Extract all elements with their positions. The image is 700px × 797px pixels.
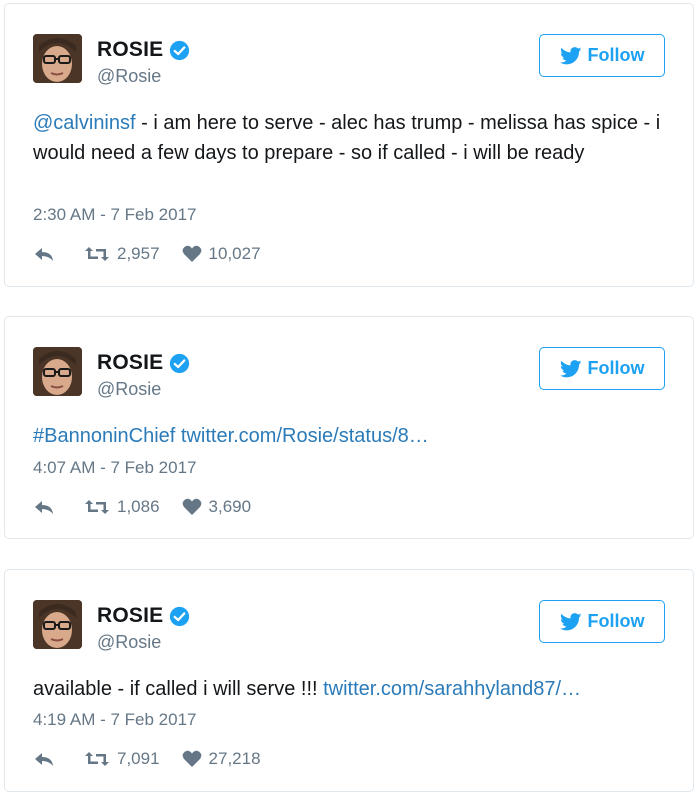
hashtag-link[interactable]: #BannoninChief twitter.com/Rosie/status/… [33, 425, 429, 447]
reply-button[interactable] [33, 750, 62, 768]
heart-icon [182, 245, 201, 262]
tweet-actions: 1,086 3,690 [33, 497, 273, 517]
retweet-button[interactable]: 7,091 [84, 749, 160, 769]
tweet-body: available - if called i will serve !!! [33, 678, 324, 700]
tweet-card: ROSIE @Rosie Follow #BannoninChief twitt… [4, 316, 694, 539]
author-handle[interactable]: @Rosie [97, 66, 161, 87]
heart-icon [182, 750, 201, 767]
tweet-timestamp[interactable]: 2:30 AM - 7 Feb 2017 [33, 205, 197, 225]
verified-badge-icon [169, 353, 190, 374]
tweet-actions: 7,091 27,218 [33, 749, 283, 769]
follow-button[interactable]: Follow [539, 34, 665, 77]
like-button[interactable]: 3,690 [182, 497, 252, 517]
avatar[interactable] [33, 347, 82, 396]
reply-button[interactable] [33, 498, 62, 516]
like-count: 10,027 [208, 244, 261, 263]
author-name-row: ROSIE [97, 38, 190, 62]
mention-link[interactable]: @calvininsf [33, 112, 136, 134]
bird-icon [559, 359, 581, 377]
heart-icon [182, 498, 201, 515]
tweet-timestamp[interactable]: 4:07 AM - 7 Feb 2017 [33, 458, 197, 478]
tweet-actions: 2,957 10,027 [33, 244, 283, 264]
reply-icon [35, 501, 53, 514]
tweet-text: available - if called i will serve !!! t… [33, 674, 665, 704]
reply-icon [35, 753, 53, 766]
tweet-card: ROSIE @Rosie Follow available - if calle… [4, 569, 694, 792]
like-count: 3,690 [208, 497, 252, 516]
retweet-icon [85, 752, 109, 766]
verified-badge-icon [169, 606, 190, 627]
retweet-icon [85, 500, 109, 514]
author-name[interactable]: ROSIE [97, 351, 163, 375]
bird-icon [559, 46, 581, 64]
like-count: 27,218 [208, 749, 261, 768]
like-button[interactable]: 10,027 [182, 244, 261, 264]
author-name[interactable]: ROSIE [97, 38, 163, 62]
follow-label: Follow [587, 45, 645, 65]
retweet-button[interactable]: 2,957 [84, 244, 160, 264]
reply-button[interactable] [33, 245, 62, 263]
avatar[interactable] [33, 600, 82, 649]
retweet-count: 2,957 [117, 244, 160, 263]
avatar[interactable] [33, 34, 82, 83]
tweet-card: ROSIE @Rosie Follow @calvininsf - i am h… [4, 3, 694, 287]
tweet-text: #BannoninChief twitter.com/Rosie/status/… [33, 421, 665, 451]
author-name[interactable]: ROSIE [97, 604, 163, 628]
tweet-timestamp[interactable]: 4:19 AM - 7 Feb 2017 [33, 710, 197, 730]
follow-button[interactable]: Follow [539, 600, 665, 643]
like-button[interactable]: 27,218 [182, 749, 261, 769]
author-handle[interactable]: @Rosie [97, 379, 161, 400]
tweet-text: @calvininsf - i am here to serve - alec … [33, 108, 665, 168]
follow-label: Follow [587, 611, 645, 631]
retweet-button[interactable]: 1,086 [84, 497, 160, 517]
bird-icon [559, 612, 581, 630]
author-handle[interactable]: @Rosie [97, 632, 161, 653]
url-link[interactable]: twitter.com/sarahhyland87/… [323, 678, 581, 700]
retweet-count: 1,086 [117, 497, 160, 516]
follow-label: Follow [587, 358, 645, 378]
verified-badge-icon [169, 40, 190, 61]
author-name-row: ROSIE [97, 604, 190, 628]
follow-button[interactable]: Follow [539, 347, 665, 390]
reply-icon [35, 248, 53, 261]
author-name-row: ROSIE [97, 351, 190, 375]
retweet-count: 7,091 [117, 749, 160, 768]
retweet-icon [85, 247, 109, 261]
